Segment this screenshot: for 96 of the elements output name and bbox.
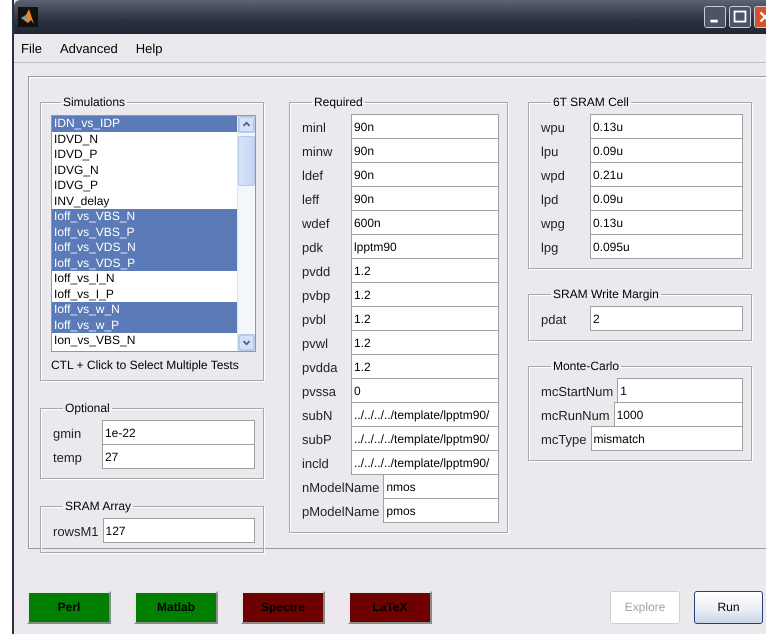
- field-label: minw: [302, 142, 334, 160]
- scroll-up-icon[interactable]: [238, 116, 255, 133]
- list-item[interactable]: IDVD_P: [52, 147, 237, 162]
- input-field[interactable]: 0: [351, 378, 499, 403]
- menu-item[interactable]: File: [21, 40, 42, 56]
- field-label: minl: [302, 118, 327, 136]
- field-label: mcRunNum: [541, 406, 611, 424]
- input-field[interactable]: nmos: [383, 474, 499, 499]
- field-label: temp: [53, 448, 83, 467]
- group-title: SRAM Write Margin: [552, 287, 660, 301]
- field-label: pModelName: [302, 502, 380, 521]
- list-item[interactable]: Ion_vs_VBS_N: [52, 333, 237, 348]
- input-field[interactable]: ../../../../template/lpptm90/: [351, 450, 499, 475]
- input-field[interactable]: 1.2: [351, 330, 499, 355]
- list-item[interactable]: Ioff_vs_w_N: [52, 302, 237, 318]
- input-field[interactable]: 90n: [351, 138, 499, 163]
- list-item[interactable]: Ioff_vs_I_N: [52, 271, 237, 286]
- input-field[interactable]: ../../../../template/lpptm90/: [351, 426, 499, 451]
- scroll-down-icon[interactable]: [238, 334, 255, 351]
- input-field[interactable]: mismatch: [590, 426, 743, 451]
- input-field[interactable]: 27: [102, 444, 255, 469]
- input-field[interactable]: lpptm90: [351, 234, 499, 259]
- input-field[interactable]: 1: [617, 378, 743, 403]
- input-field[interactable]: 127: [102, 518, 255, 543]
- field-label: rowsM1: [53, 522, 100, 540]
- field-label: pdk: [302, 238, 324, 257]
- action-button[interactable]: Run: [694, 590, 763, 624]
- field-label: pvbp: [302, 286, 332, 305]
- list-item[interactable]: IDVG_N: [52, 162, 237, 178]
- field-label: incld: [302, 454, 330, 472]
- field-label: lpd: [541, 190, 560, 209]
- input-field[interactable]: 1.2: [351, 306, 499, 331]
- app-logo-icon: [18, 7, 38, 27]
- group-title: Optional: [64, 401, 111, 415]
- list-item[interactable]: IDN_vs_IDP: [52, 116, 237, 132]
- list-item[interactable]: Ioff_vs_VDS_N: [52, 240, 237, 256]
- field-label: mcType: [541, 430, 588, 449]
- input-field[interactable]: ../../../../template/lpptm90/: [351, 402, 499, 427]
- list-item[interactable]: Ioff_vs_I_P: [52, 286, 237, 302]
- input-field[interactable]: 600n: [351, 210, 499, 235]
- field-label: pvbl: [302, 310, 327, 329]
- field-label: subN: [302, 406, 334, 424]
- input-field[interactable]: 0.13u: [590, 114, 743, 139]
- group-title: Monte-Carlo: [552, 359, 620, 373]
- maximize-icon[interactable]: [729, 6, 751, 28]
- field-label: nModelName: [302, 478, 380, 496]
- input-field[interactable]: 90n: [351, 186, 499, 211]
- field-label: wpd: [541, 166, 566, 185]
- input-field[interactable]: 0.13u: [590, 210, 743, 235]
- input-field[interactable]: 1.2: [351, 258, 499, 283]
- field-label: pdat: [541, 310, 568, 329]
- field-label: wpu: [541, 118, 566, 137]
- field-label: subP: [302, 430, 333, 448]
- input-field[interactable]: 0.09u: [590, 138, 743, 163]
- list-item[interactable]: Ioff_vs_VDS_P: [52, 256, 237, 271]
- input-field[interactable]: 1.2: [351, 354, 499, 379]
- field-label: leff: [302, 190, 320, 208]
- input-field[interactable]: 2: [590, 306, 743, 331]
- input-field[interactable]: 0.095u: [590, 234, 743, 259]
- group-title: Simulations: [62, 95, 126, 109]
- input-field[interactable]: 1000: [614, 402, 743, 427]
- field-label: pvdd: [302, 262, 332, 281]
- tool-button[interactable]: Matlab: [134, 590, 218, 624]
- hint-text: CTL + Click to Select Multiple Tests: [51, 358, 240, 372]
- menu-item[interactable]: Help: [136, 40, 163, 56]
- input-field[interactable]: 1.2: [351, 282, 499, 307]
- field-label: pvwl: [302, 334, 330, 353]
- list-item[interactable]: INV_delay: [52, 194, 237, 209]
- field-label: pvssa: [302, 382, 337, 401]
- input-field[interactable]: 90n: [351, 162, 499, 187]
- group-title: 6T SRAM Cell: [552, 95, 630, 109]
- input-field[interactable]: 0.09u: [590, 186, 743, 211]
- simulations-listbox[interactable]: IDN_vs_IDP IDVD_N IDVD_P IDVG_N IDVG_P INV_delay Ioff_vs_VBS_N Ioff_vs_VBS_P Ioff_vs_VDS_N Ioff_vs_VDS_P Ioff_vs_I_N Ioff_vs_I_P Ioff_vs_w_N Ioff_vs_w_P Ion_vs_VBS_N: [51, 115, 256, 352]
- scrollbar-thumb[interactable]: [238, 136, 255, 186]
- field-label: wdef: [302, 214, 330, 232]
- input-field[interactable]: pmos: [383, 498, 499, 523]
- minimize-icon[interactable]: [704, 6, 726, 28]
- list-item[interactable]: Ioff_vs_VBS_N: [52, 209, 237, 224]
- field-label: lpu: [541, 142, 560, 161]
- list-item[interactable]: Ioff_vs_VBS_P: [52, 224, 237, 240]
- input-field[interactable]: 0.21u: [590, 162, 743, 187]
- group-title: SRAM Array: [64, 499, 132, 513]
- field-label: mcStartNum: [541, 382, 614, 400]
- menu-item[interactable]: Advanced: [60, 40, 118, 56]
- input-field[interactable]: 90n: [351, 114, 499, 139]
- list-item[interactable]: IDVG_P: [52, 178, 237, 194]
- field-label: lpg: [541, 238, 560, 257]
- group-title: Required: [313, 95, 364, 109]
- tool-button[interactable]: Perl: [27, 590, 111, 624]
- input-field[interactable]: 1e-22: [102, 420, 255, 445]
- list-item[interactable]: Ioff_vs_w_P: [52, 318, 237, 333]
- field-label: pvdda: [302, 358, 338, 377]
- field-label: ldef: [302, 166, 324, 184]
- field-label: gmin: [53, 424, 82, 443]
- field-label: wpg: [541, 214, 566, 233]
- list-item[interactable]: IDVD_N: [52, 132, 237, 147]
